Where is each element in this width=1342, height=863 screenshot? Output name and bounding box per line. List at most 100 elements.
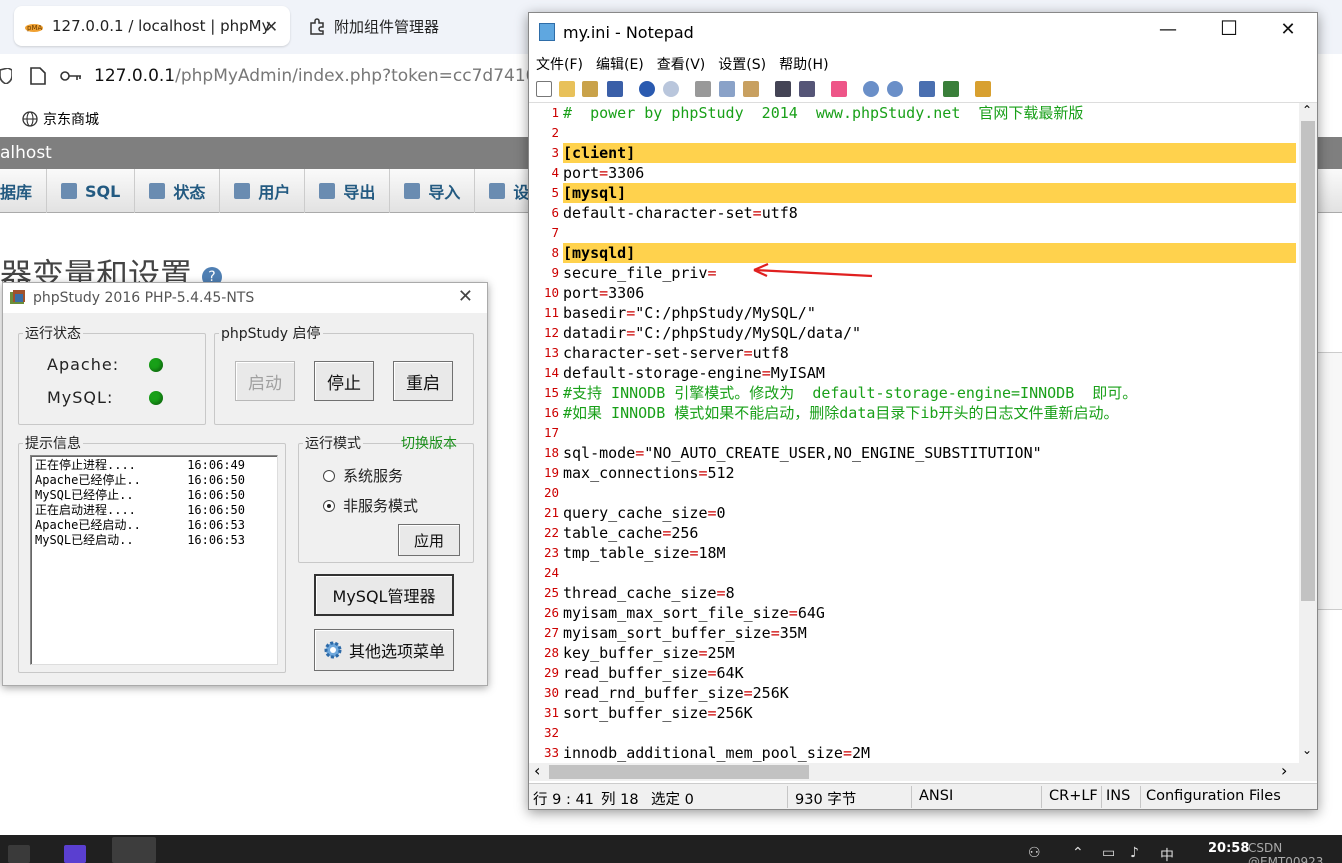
other-options-button[interactable]: 其他选项菜单 bbox=[314, 629, 454, 671]
menu-help[interactable]: 帮助(H) bbox=[779, 51, 835, 75]
stop-button[interactable]: 停止 bbox=[314, 361, 374, 401]
line-number: 26 bbox=[543, 605, 559, 620]
menu-view[interactable]: 查看(V) bbox=[657, 51, 713, 75]
editor-line: 18 sql-mode="NO_AUTO_CREATE_USER,NO_ENGIN… bbox=[529, 443, 1299, 463]
switch-version-link[interactable]: 切换版本 bbox=[401, 433, 457, 453]
mysql-manager-button[interactable]: MySQL管理器 bbox=[314, 574, 454, 616]
scheme-icon[interactable] bbox=[943, 81, 959, 97]
pma-tab-users[interactable]: 用户 bbox=[220, 169, 306, 213]
display-icon[interactable]: ▭ bbox=[1102, 845, 1115, 861]
restart-button[interactable]: 重启 bbox=[393, 361, 453, 401]
control-group-title: phpStudy 启停 bbox=[221, 326, 321, 342]
url-text[interactable]: 127.0.0.1/phpMyAdmin/index.php?token=cc7… bbox=[94, 66, 536, 86]
pma-tab-import[interactable]: 导入 bbox=[390, 169, 476, 213]
line-pre: innodb_additional_mem_pool_size bbox=[563, 744, 843, 762]
status-group: 运行状态 bbox=[18, 323, 206, 425]
pma-tab-status[interactable]: 状态 bbox=[135, 169, 221, 213]
info-group-title: 提示信息 bbox=[25, 436, 81, 452]
editor-line: 29 read_buffer_size=64K bbox=[529, 663, 1299, 683]
network-people-icon[interactable]: ⚇ bbox=[1028, 845, 1041, 861]
redo-icon[interactable] bbox=[663, 81, 679, 97]
app-icon[interactable] bbox=[64, 845, 86, 863]
key-icon[interactable] bbox=[60, 69, 82, 83]
pma-tab-export[interactable]: 导出 bbox=[305, 169, 391, 213]
pma-tab-databases[interactable]: 据库 bbox=[0, 169, 48, 213]
pma-tab-label: 状态 bbox=[173, 183, 206, 202]
bookmark-jd[interactable]: 京东商城 bbox=[22, 109, 99, 129]
notepad-app-icon bbox=[539, 23, 555, 41]
goto-icon[interactable] bbox=[831, 81, 847, 97]
line-post: 64G bbox=[797, 604, 825, 622]
url-host: 127.0.0.1 bbox=[94, 66, 176, 86]
line-post: 2M bbox=[852, 744, 871, 762]
editor-line: 31 sort_buffer_size=256K bbox=[529, 703, 1299, 723]
maximize-icon[interactable]: ☐ bbox=[1206, 16, 1252, 40]
editor-line: 30 read_rnd_buffer_size=256K bbox=[529, 683, 1299, 703]
log-listbox[interactable]: 正在停止进程.... 16:06:49 Apache已经停止.. 16:06:50 … bbox=[30, 455, 278, 665]
pma-tab-sql[interactable]: SQL bbox=[47, 169, 136, 213]
taskbar-clock[interactable]: 20:58 bbox=[1208, 841, 1249, 856]
new-file-icon[interactable] bbox=[536, 81, 552, 97]
line-post: 512 bbox=[707, 464, 735, 482]
start-button[interactable]: 启动 bbox=[235, 361, 295, 401]
phpstudy-titlebar[interactable]: phpStudy 2016 PHP-5.4.45-NTS ✕ bbox=[3, 283, 487, 313]
line-post: 35M bbox=[779, 624, 807, 642]
minimize-icon[interactable]: — bbox=[1145, 19, 1191, 40]
scroll-right-icon[interactable]: › bbox=[1281, 761, 1287, 780]
scroll-up-icon[interactable]: ⌃ bbox=[1302, 103, 1312, 117]
line-eq: = bbox=[743, 684, 753, 702]
editor-line: 1 # power by phpStudy 2014 www.phpStudy.n… bbox=[529, 103, 1299, 123]
replace-icon[interactable] bbox=[799, 81, 815, 97]
editor-line: 21 query_cache_size=0 bbox=[529, 503, 1299, 523]
volume-icon[interactable]: ♪ bbox=[1130, 845, 1139, 861]
open-folder-icon[interactable] bbox=[559, 81, 575, 97]
vertical-scrollbar[interactable]: ⌃ ⌄ bbox=[1299, 103, 1317, 763]
puzzle-icon bbox=[310, 18, 324, 35]
copy-icon[interactable] bbox=[719, 81, 735, 97]
cut-icon[interactable] bbox=[695, 81, 711, 97]
scroll-left-icon[interactable]: ‹ bbox=[534, 761, 540, 780]
close-icon[interactable]: ✕ bbox=[1265, 19, 1311, 40]
log-message: Apache已经停止.. bbox=[35, 473, 141, 487]
tray-chevron-icon[interactable]: ⌃ bbox=[1072, 845, 1084, 861]
menu-file[interactable]: 文件(F) bbox=[536, 51, 590, 75]
line-eq: = bbox=[770, 624, 780, 642]
line-pre: tmp_table_size bbox=[563, 544, 690, 562]
line-pre: character-set-server bbox=[563, 344, 744, 362]
notepad-taskbar-icon[interactable] bbox=[112, 837, 156, 863]
mode-nonservice-radio[interactable]: 非服务模式 bbox=[323, 495, 418, 516]
browser-tab-label: 附加组件管理器 bbox=[334, 17, 440, 36]
editor-line: 11 basedir="C:/phpStudy/MySQL/" bbox=[529, 303, 1299, 323]
save-icon[interactable] bbox=[607, 81, 623, 97]
menu-edit[interactable]: 编辑(E) bbox=[596, 51, 651, 75]
apply-button[interactable]: 应用 bbox=[398, 524, 460, 556]
paste-icon[interactable] bbox=[743, 81, 759, 97]
wrap-icon[interactable] bbox=[919, 81, 935, 97]
horizontal-scroll-thumb[interactable] bbox=[549, 765, 809, 779]
line-post: utf8 bbox=[761, 204, 798, 222]
menu-settings[interactable]: 设置(S) bbox=[718, 51, 773, 75]
notepad-editor[interactable]: 1 # power by phpStudy 2014 www.phpStudy.n… bbox=[529, 103, 1299, 763]
zoom-in-icon[interactable] bbox=[863, 81, 879, 97]
horizontal-scrollbar[interactable]: ‹ › bbox=[529, 761, 1317, 781]
editor-line: 16 #如果 INNODB 模式如果不能启动，删除data目录下ib开头的日志文件… bbox=[529, 403, 1299, 423]
undo-icon[interactable] bbox=[639, 81, 655, 97]
browser-tab-addons[interactable]: 附加组件管理器 bbox=[304, 6, 439, 46]
reopen-icon[interactable] bbox=[582, 81, 598, 97]
zoom-out-icon[interactable] bbox=[887, 81, 903, 97]
line-number: 21 bbox=[543, 505, 559, 520]
find-icon[interactable] bbox=[775, 81, 791, 97]
notepad-titlebar[interactable]: my.ini - Notepad — ☐ ✕ bbox=[529, 13, 1317, 51]
phpstudy-close-icon[interactable]: ✕ bbox=[458, 286, 473, 307]
phpstudy-window: phpStudy 2016 PHP-5.4.45-NTS ✕ 运行状态 Apac… bbox=[2, 282, 488, 686]
ime-indicator[interactable]: 中 bbox=[1160, 845, 1174, 863]
exit-icon[interactable] bbox=[975, 81, 991, 97]
vertical-scroll-thumb[interactable] bbox=[1301, 121, 1315, 601]
tab-close-icon[interactable]: ✕ bbox=[265, 17, 278, 36]
mode-system-radio[interactable]: 系统服务 bbox=[323, 465, 403, 486]
log-time: 16:06:53 bbox=[187, 518, 245, 532]
start-icon[interactable] bbox=[8, 845, 30, 863]
scroll-down-icon[interactable]: ⌄ bbox=[1302, 743, 1312, 757]
line-pre: default-storage-engine bbox=[563, 364, 762, 382]
browser-tab-phpmyadmin[interactable]: pMA 127.0.0.1 / localhost | phpMy ✕ bbox=[14, 6, 290, 46]
